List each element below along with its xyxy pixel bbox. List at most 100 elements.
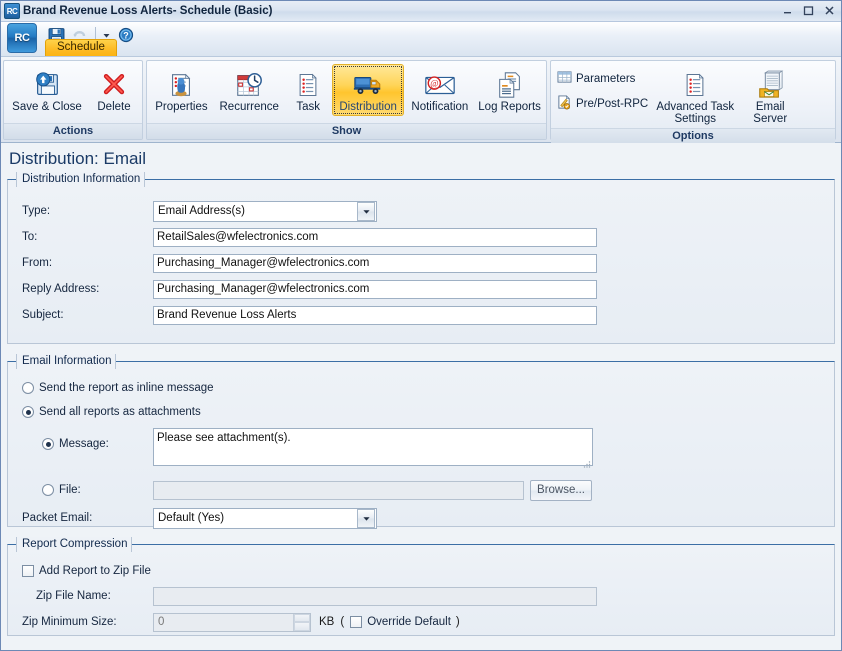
zip-minimum-size-spinner[interactable]: 0 [153,613,311,632]
spinner-up-icon[interactable] [294,614,310,623]
recurrence-icon [234,68,264,101]
page-title: Distribution: Email [1,143,841,173]
ribbon-group-show: Properties Recurren [146,60,547,140]
ribbon-group-actions: Save & Close Delete Actions [3,60,143,140]
browse-button[interactable]: Browse... [530,480,592,501]
zip-file-name-label: Zip File Name: [8,590,153,602]
email-information-group: Email Information Send the report as inl… [7,361,835,527]
to-row: To: [8,224,834,250]
report-compression-group: Report Compression Add Report to Zip Fil… [7,544,835,636]
subject-row: Subject: [8,302,834,328]
packet-email-value: Default (Yes) [154,512,357,524]
task-button[interactable]: Task [285,64,332,116]
inline-message-radio[interactable]: Send the report as inline message [8,382,214,394]
add-report-to-zip-checkbox[interactable]: Add Report to Zip File [8,565,151,577]
packet-email-row: Packet Email: Default (Yes) [8,504,834,532]
paren-close: ) [456,616,460,628]
ribbon-group-show-body: Properties Recurren [147,61,546,123]
window-title: Brand Revenue Loss Alerts- Schedule (Bas… [23,5,272,17]
ribbon: Save & Close Delete Actions [1,57,841,143]
advanced-task-settings-label: Advanced Task Settings [655,101,735,125]
subject-input[interactable] [153,306,597,325]
zip-minimum-size-label: Zip Minimum Size: [8,616,153,628]
recurrence-button[interactable]: Recurrence [214,64,285,116]
chevron-down-icon[interactable] [357,509,375,528]
zip-file-name-input[interactable] [153,587,597,606]
application-menu-button[interactable]: RC [7,23,37,53]
log-reports-label: Log Reports [478,101,541,113]
minimize-icon[interactable] [780,3,795,17]
checkbox-icon [350,616,362,628]
attachments-radio[interactable]: Send all reports as attachments [8,406,201,418]
inline-message-label: Send the report as inline message [39,382,214,394]
window-controls [780,3,837,17]
attachments-label: Send all reports as attachments [39,406,201,418]
message-textarea[interactable] [153,428,593,466]
spinner-down-icon[interactable] [294,622,310,631]
kb-unit-label: KB [319,616,334,628]
svg-text:@: @ [430,78,438,88]
content-area: Distribution: Email Distribution Informa… [1,143,841,650]
save-close-icon [32,68,62,101]
distribution-button[interactable]: Distribution [332,64,405,116]
message-label: Message: [59,438,109,450]
override-default-label: Override Default [367,616,451,628]
chevron-down-icon[interactable] [357,202,375,221]
email-information-legend: Email Information [16,354,116,369]
help-icon[interactable]: ? [115,25,137,45]
recurrence-label: Recurrence [220,101,279,113]
add-report-to-zip-label: Add Report to Zip File [39,565,151,577]
spinner-buttons[interactable] [293,614,310,631]
notification-button[interactable]: @ Notification [404,64,475,116]
ribbon-group-show-label: Show [147,123,546,139]
properties-icon [166,68,196,101]
file-row: File: Browse... [8,476,834,504]
radio-circle-selected-icon [42,438,54,450]
delete-label: Delete [97,101,130,113]
properties-button[interactable]: Properties [149,64,214,116]
to-input[interactable] [153,228,597,247]
pre-post-rpc-button[interactable]: Pre/Post-RPC [553,92,653,116]
file-path-input[interactable] [153,481,524,500]
radio-circle-selected-icon [22,406,34,418]
from-input[interactable] [153,254,597,273]
ribbon-group-options: Parameters Pre/Post-RPC [550,60,836,140]
parameters-grid-icon [557,70,572,87]
parameters-label: Parameters [576,73,635,85]
override-default-checkbox[interactable]: Override Default [350,616,451,628]
email-server-button[interactable]: Email Server [737,64,803,128]
ribbon-group-actions-body: Save & Close Delete [4,61,142,123]
delete-button[interactable]: Delete [88,64,140,116]
inline-message-row[interactable]: Send the report as inline message [8,376,834,400]
file-radio[interactable]: File: [8,484,153,496]
distribution-information-group: Distribution Information Type: Email Add… [7,179,835,344]
delete-x-icon [100,68,128,101]
ribbon-group-options-label: Options [551,128,835,144]
properties-label: Properties [155,101,207,113]
reply-address-input[interactable] [153,280,597,299]
tab-schedule[interactable]: Schedule [45,39,117,56]
attachments-row[interactable]: Send all reports as attachments [8,400,834,424]
ribbon-group-options-body: Parameters Pre/Post-RPC [551,61,835,128]
quick-access-toolbar: RC [1,22,841,57]
parameters-button[interactable]: Parameters [553,67,653,90]
from-row: From: [8,250,834,276]
message-textarea-wrapper [153,428,593,469]
maximize-icon[interactable] [801,3,816,17]
email-server-label: Email Server [739,101,801,125]
paren-open: ( [340,616,344,628]
type-combobox[interactable]: Email Address(s) [153,201,377,222]
add-zip-row[interactable]: Add Report to Zip File [8,559,834,583]
zip-minimum-size-value: 0 [154,616,293,628]
distribution-label: Distribution [339,101,397,113]
save-and-close-button[interactable]: Save & Close [6,64,88,116]
close-icon[interactable] [822,3,837,17]
packet-email-combobox[interactable]: Default (Yes) [153,508,377,529]
packet-email-label: Packet Email: [8,512,153,524]
pre-post-rpc-label: Pre/Post-RPC [576,98,648,110]
type-row: Type: Email Address(s) [8,198,834,224]
message-radio[interactable]: Message: [8,428,153,450]
log-reports-button[interactable]: Log Reports [475,64,544,116]
options-small-buttons: Parameters Pre/Post-RPC [553,64,653,116]
advanced-task-settings-button[interactable]: Advanced Task Settings [653,64,737,128]
